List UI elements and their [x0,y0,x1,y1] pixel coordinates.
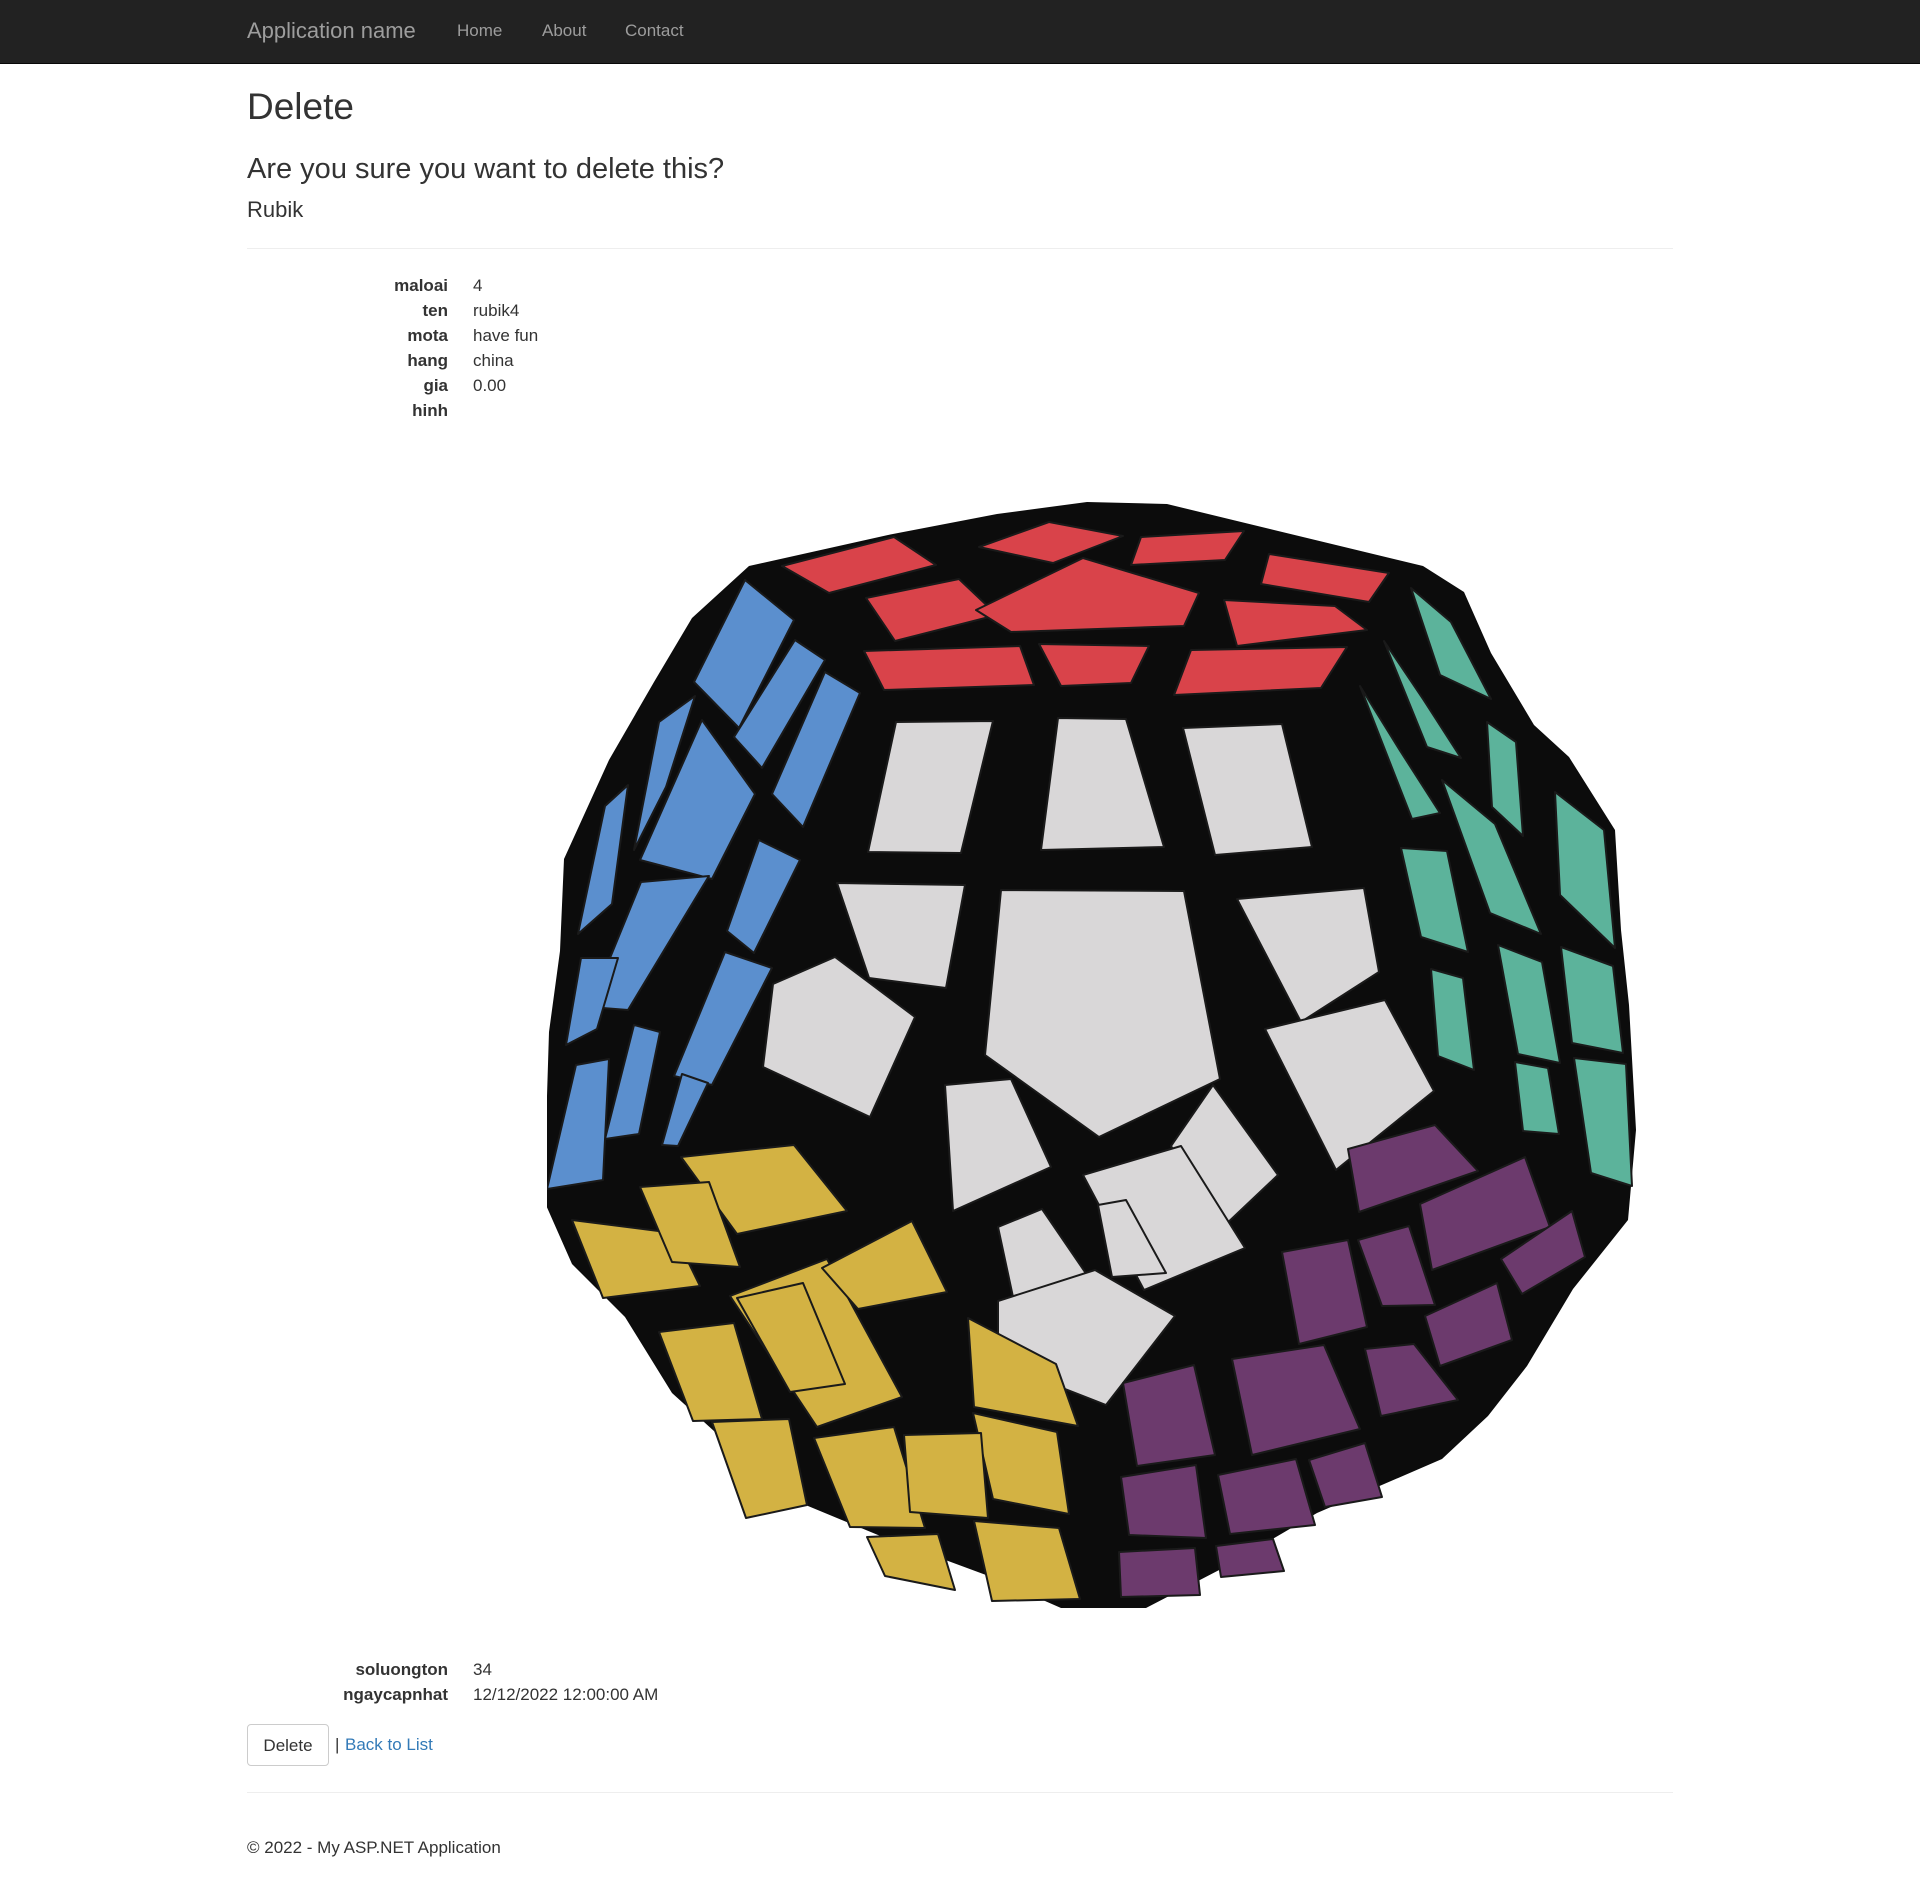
detail-value: 34 [473,1660,492,1679]
detail-row-hinh: hinh [247,398,1673,423]
entity-name: Rubik [247,197,304,222]
red-sticker [863,645,1035,691]
footer-text: © 2022 - My ASP.NET Application [247,1838,501,1857]
yellow-sticker [711,1418,808,1519]
detail-value: china [473,351,514,370]
red-sticker [1173,646,1348,696]
detail-label: soluongton [355,1660,448,1679]
detail-row-soluongton: soluongton 34 [247,1657,1673,1682]
detail-label: maloai [394,276,448,295]
detail-value: rubik4 [473,301,520,320]
delete-button[interactable]: Delete [247,1724,329,1766]
detail-value: 12/12/2022 12:00:00 AM [473,1685,659,1704]
detail-value: 0.00 [473,376,507,395]
detail-value: 4 [473,276,483,295]
detail-value: have fun [473,326,539,345]
back-to-list-link[interactable]: Back to List [345,1734,433,1756]
detail-label: ten [422,301,449,320]
detail-row-maloai: maloai 4 [247,273,1673,298]
main-container: Delete Are you sure you want to delete t… [247,0,1673,1882]
page-title: Delete [247,86,354,127]
action-separator: | [335,1735,340,1754]
detail-label: ngaycapnhat [343,1685,448,1704]
detail-row-gia: gia 0.00 [247,373,1673,398]
purple-sticker [1118,1547,1201,1598]
yellow-sticker [903,1432,989,1519]
detail-label: mota [407,326,448,345]
purple-sticker [1120,1464,1207,1539]
detail-label: hang [407,351,448,370]
product-image [542,440,1899,1618]
detail-row-mota: mota have fun [247,323,1673,348]
footer-divider [247,1792,1673,1793]
detail-row-ten: ten rubik4 [247,298,1673,323]
megaminx-image [542,502,1636,1608]
detail-label: gia [423,376,448,395]
detail-row-ngaycapnhat: ngaycapnhat 12/12/2022 12:00:00 AM [247,1682,1673,1707]
delete-confirmation-question: Are you sure you want to delete this? [247,153,725,185]
detail-row-hang: hang china [247,348,1673,373]
divider [247,248,1673,249]
detail-label: hinh [412,401,448,420]
purple-sticker [1215,1538,1285,1578]
